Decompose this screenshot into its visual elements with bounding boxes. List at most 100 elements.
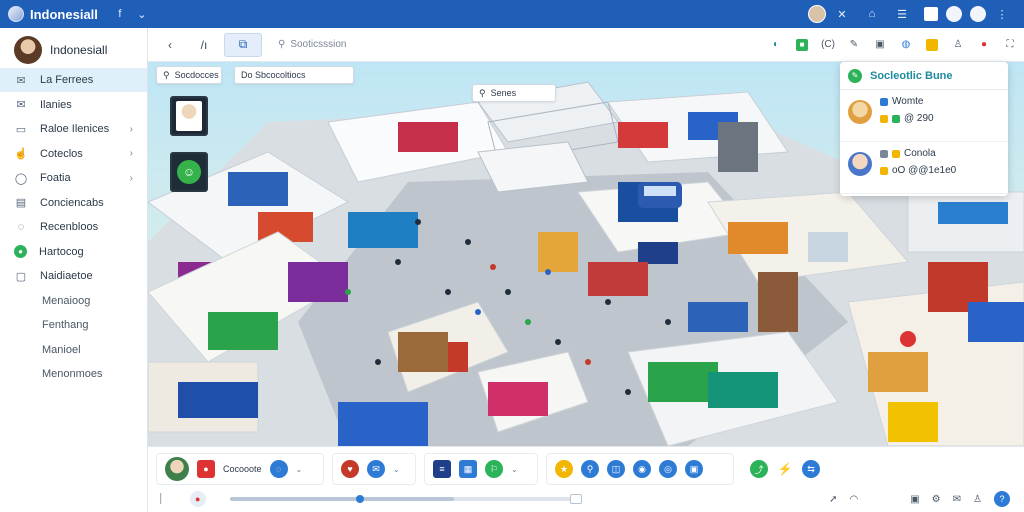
avatar[interactable] — [848, 100, 872, 124]
chevron-down-icon[interactable]: ⌄ — [511, 465, 518, 474]
map-search-mid[interactable]: Do Sbcocoltiocs — [234, 66, 354, 84]
sidebar-header[interactable]: Indonesiall — [0, 32, 147, 68]
filter-icon[interactable]: ⚲ — [581, 460, 599, 478]
panel-card[interactable]: Conola oO @@1e1e0 — [840, 142, 1008, 194]
map-search-left[interactable]: ⚲ Socdocces — [156, 66, 222, 84]
bottom-group-2[interactable]: ♥ ✉ ⌄ — [332, 453, 416, 485]
mail-icon[interactable]: ✉ — [953, 494, 961, 505]
copyright-label[interactable]: (C) — [821, 39, 835, 51]
sidebar-item-recenbloos[interactable]: ◌ Recenbloos — [0, 215, 147, 239]
sidebar-item-la-ferrees[interactable]: ✉ La Ferrees — [0, 68, 147, 92]
timeline-knob[interactable] — [356, 495, 364, 503]
bottom-label: Cocooote — [223, 464, 262, 474]
coin-icon — [880, 166, 888, 175]
pen-icon[interactable]: /ı — [190, 33, 218, 57]
pin-icon[interactable]: ● — [978, 39, 990, 51]
record-icon[interactable]: ● — [197, 460, 215, 478]
settings-icon[interactable] — [970, 6, 986, 22]
sidebar-subitem-menonmoes[interactable]: Menonmoes — [0, 362, 147, 386]
toolbar-search[interactable]: ⚲ Sooticsssion — [278, 39, 346, 50]
heart-icon[interactable]: ♥ — [341, 460, 359, 478]
image-icon[interactable]: ▣ — [874, 39, 886, 51]
sidebar-item-coteclos[interactable]: ☝ Coteclos › — [0, 142, 147, 166]
sidebar-item-label: Recenbloos — [40, 221, 99, 233]
chevron-down-icon[interactable]: ⌄ — [296, 465, 303, 474]
map-search-center[interactable]: ⚲ Senes — [472, 84, 556, 102]
edit-icon[interactable]: ✎ — [848, 39, 860, 51]
social-panel[interactable]: ✎ Socleotlic Bune Womte @ 290 Conola oO … — [840, 62, 1008, 196]
chevron-down-icon[interactable]: ⌄ — [393, 465, 400, 474]
pause-icon[interactable]: ⏐ — [158, 494, 164, 505]
star-icon[interactable]: ★ — [555, 460, 573, 478]
sidebar-item-conciencabs[interactable]: ▤ Conciencabs — [0, 191, 147, 215]
status-icon[interactable]: ● — [189, 491, 206, 507]
gallery-icon[interactable]: ▣ — [685, 460, 703, 478]
refresh-icon[interactable]: ◐ — [770, 39, 782, 51]
list-icon[interactable]: ≡ — [433, 460, 451, 478]
user-icon[interactable]: ♙ — [952, 39, 964, 51]
layers-icon[interactable] — [926, 38, 938, 51]
bottom-group-5[interactable]: ⤴ ⚡ ⇆ — [742, 453, 838, 485]
bottom-bar: ● Cocooote ◌ ⌄ ♥ ✉ ⌄ ≡ ▦ ⚐ ⌄ ★ ⚲ ◫ ◉ ◎ ▣… — [148, 446, 1024, 512]
sidebar-item-label: Ilanies — [40, 98, 72, 111]
avatar[interactable] — [848, 152, 872, 176]
facebook-icon[interactable]: f — [112, 6, 128, 22]
user-icon[interactable]: ♙ — [973, 494, 982, 505]
profile-icon[interactable] — [946, 6, 962, 22]
headset-icon[interactable]: ◠ — [849, 494, 858, 505]
brush-icon[interactable]: ⚡ — [776, 460, 794, 478]
target-icon[interactable]: ◎ — [659, 460, 677, 478]
camera-feed-tile[interactable] — [170, 96, 208, 136]
sidebar-item-ilanies[interactable]: ✉ Ilanies — [0, 93, 147, 117]
image-icon[interactable]: ▣ — [910, 494, 919, 505]
sync-icon[interactable]: ⇆ — [802, 460, 820, 478]
user-avatar[interactable] — [165, 457, 189, 481]
sidebar-subitem-menaioog[interactable]: Menaioog — [0, 289, 147, 313]
bag-icon[interactable]: ◫ — [607, 460, 625, 478]
timeline-fill — [230, 497, 454, 501]
menu-icon[interactable]: ⋮ — [994, 6, 1010, 22]
user-name: Indonesiall — [50, 43, 108, 57]
tag-icon — [880, 114, 888, 123]
sidebar-item-raloe-ilenices[interactable]: ▭ Raloe Ilenices › — [0, 117, 147, 141]
panel-card[interactable]: Womte @ 290 — [840, 90, 1008, 142]
sidebar-item-label: Menaioog — [42, 294, 91, 307]
green-square-icon[interactable]: ■ — [796, 38, 808, 51]
bottom-group-user[interactable]: ● Cocooote ◌ ⌄ — [156, 453, 324, 485]
sidebar-item-foatia[interactable]: ◯ Foatia › — [0, 166, 147, 190]
camera-feed-tile[interactable]: ☺ — [170, 152, 208, 192]
chat-icon[interactable]: ◌ — [269, 460, 288, 478]
sidebar-subitem-fenthang[interactable]: Fenthang — [0, 313, 147, 337]
chevron-right-icon: › — [129, 148, 133, 159]
back-icon[interactable]: ‹ — [156, 33, 184, 57]
cart-icon[interactable]: ⚐ — [485, 460, 503, 478]
fullscreen-icon[interactable]: ⛶ — [1004, 39, 1016, 51]
user-avatar[interactable] — [14, 36, 42, 64]
window-icon[interactable]: ☰ — [894, 6, 910, 22]
sidebar-item-hartocog[interactable]: ● Hartocog — [0, 240, 147, 264]
timeline-end-marker[interactable] — [570, 494, 582, 504]
chevron-right-icon: › — [129, 172, 133, 184]
help-icon[interactable]: ? — [994, 491, 1010, 507]
share-icon[interactable]: ⤴ — [750, 460, 768, 478]
sidebar-item-naidiaetoe[interactable]: ▢ Naidiaetoe — [0, 264, 147, 288]
location-pin-icon[interactable] — [900, 331, 916, 347]
screen-icon[interactable] — [924, 7, 938, 21]
compass-icon[interactable]: ◍ — [900, 39, 912, 51]
shield-icon: ◯ — [14, 172, 28, 185]
gear-icon[interactable]: ⚙ — [932, 494, 941, 505]
bottom-group-3[interactable]: ≡ ▦ ⚐ ⌄ — [424, 453, 538, 485]
sidebar-item-label: La Ferrees — [40, 74, 94, 86]
home-icon[interactable]: ⌂ — [864, 6, 880, 22]
bottom-group-4[interactable]: ★ ⚲ ◫ ◉ ◎ ▣ — [546, 453, 734, 485]
chevron-down-icon[interactable]: ⌄ — [134, 6, 150, 22]
timeline-slider[interactable] — [230, 494, 582, 504]
grid-icon[interactable]: ▦ — [459, 460, 477, 478]
cursor-icon[interactable]: ➚ — [829, 494, 837, 505]
camera-icon[interactable]: ◉ — [633, 460, 651, 478]
cross-icon[interactable]: ✕ — [834, 6, 850, 22]
user-avatar-small[interactable] — [808, 5, 826, 23]
message-icon[interactable]: ✉ — [367, 460, 385, 478]
sidebar-subitem-manioel[interactable]: Manioel — [0, 338, 147, 362]
map-view-button[interactable]: ⧉ — [224, 32, 262, 57]
